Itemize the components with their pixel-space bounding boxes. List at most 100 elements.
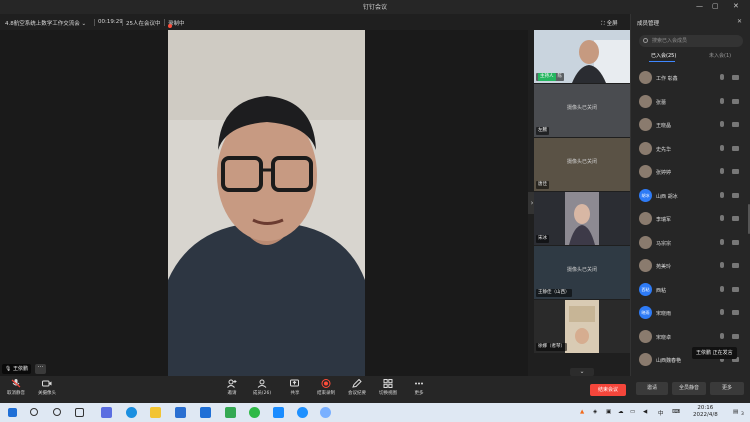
network-icon[interactable]: ▭ <box>630 409 635 415</box>
mic-icon[interactable] <box>720 332 724 339</box>
thumbnail-name: 宋冰 <box>536 235 549 243</box>
tray-icon[interactable]: ▣ <box>606 409 611 415</box>
app-icon[interactable] <box>297 407 308 418</box>
member-row[interactable]: 苑美玲 <box>631 255 750 277</box>
app-icon[interactable] <box>225 407 236 418</box>
thumbnail-tile[interactable]: 徐娜（者琴） <box>534 300 630 353</box>
member-row[interactable]: 史先华 <box>631 138 750 160</box>
switch-view-button[interactable]: 切换视图 <box>373 379 403 396</box>
camera-icon[interactable] <box>732 122 739 127</box>
task-view-icon[interactable] <box>75 408 84 417</box>
member-row[interactable]: 张婷婷 <box>631 161 750 183</box>
camera-icon[interactable] <box>732 286 739 292</box>
mic-icon[interactable] <box>720 74 724 80</box>
thumbnail-tile[interactable]: 摄像头已关闭 王静佳（山西） <box>534 246 630 299</box>
ime-indicator[interactable]: 中 <box>658 409 664 417</box>
close-icon[interactable]: ✕ <box>737 18 742 25</box>
mic-icon[interactable] <box>720 238 724 245</box>
participants-count[interactable]: 25人在会议中 <box>126 19 161 27</box>
store-icon[interactable] <box>175 407 186 418</box>
unmute-button[interactable]: 取消静音 <box>1 379 31 396</box>
member-row[interactable]: 胡冰 山西 胡冰 <box>631 185 750 207</box>
member-row[interactable]: 张蕾 <box>631 91 750 113</box>
dingtalk-icon[interactable] <box>273 407 284 418</box>
keyboard-icon[interactable]: ⌨ <box>672 409 680 415</box>
camera-icon[interactable] <box>732 263 739 268</box>
thumbnail-tile[interactable]: 摄像头已关闭 左騰 <box>534 84 630 137</box>
mic-icon[interactable] <box>720 215 724 221</box>
thumbnail-tile[interactable]: 主持人陈 <box>534 30 630 83</box>
camera-button[interactable]: 关摄像头 <box>32 379 62 396</box>
members-label: 成员(26) <box>252 391 272 396</box>
tray-icon[interactable]: ▲ <box>580 409 584 415</box>
thumbnail-tile[interactable]: 宋冰 <box>534 192 630 245</box>
mic-icon[interactable] <box>720 168 724 174</box>
members-button[interactable]: 成员(26) <box>247 379 277 396</box>
switch-view-label: 切换视图 <box>379 391 397 396</box>
mic-icon[interactable] <box>720 191 724 198</box>
tray-icon[interactable]: ☁ <box>618 409 624 415</box>
camera-icon[interactable] <box>732 192 739 198</box>
camera-icon[interactable] <box>732 333 739 339</box>
meeting-name[interactable]: 4.8航空系统上数学工作交流会 ⌄ <box>5 19 86 27</box>
cortana-icon[interactable] <box>53 408 61 416</box>
mic-icon[interactable] <box>720 97 724 104</box>
panel-more-button[interactable]: 更多 <box>710 382 744 395</box>
panel-title: 成员管理 <box>637 21 660 27</box>
meeting-app-icon[interactable] <box>320 407 331 418</box>
mic-icon[interactable] <box>720 309 724 315</box>
minimize-button[interactable]: — <box>696 2 703 11</box>
member-row[interactable]: 宋晓卓 <box>631 326 750 348</box>
member-search-input[interactable]: 搜索已入会成员 <box>639 35 743 47</box>
member-row[interactable]: 西粘 西粘 <box>631 279 750 301</box>
mic-icon[interactable] <box>720 144 724 151</box>
more-button[interactable]: 更多 <box>404 379 434 396</box>
mute-all-button[interactable]: 全员静音 <box>672 382 706 395</box>
tab-not-joined[interactable]: 未入会(1) <box>709 52 731 59</box>
camera-icon[interactable] <box>732 216 739 221</box>
member-row[interactable]: 马宗宗 <box>631 232 750 254</box>
member-row[interactable]: 王晓晶 <box>631 114 750 136</box>
tray-icon[interactable]: ◈ <box>593 409 597 415</box>
camera-icon[interactable] <box>732 169 739 174</box>
share-button[interactable]: 共享 <box>280 379 310 396</box>
thumbnail-tile[interactable]: 摄像头已关闭 唐佳 <box>534 138 630 191</box>
search-icon[interactable] <box>30 408 38 416</box>
speaker-video[interactable] <box>168 30 365 376</box>
windows-taskbar: ▲ ◈ ▣ ☁ ▭ ◀ 中 ⌨ 20:16 2022/4/8 ▤ 3 <box>0 403 750 422</box>
taskbar-clock[interactable]: 20:16 2022/4/8 <box>693 405 718 419</box>
end-meeting-button[interactable]: 结束会议 <box>590 384 626 396</box>
folder-icon[interactable] <box>150 407 161 418</box>
invite-button[interactable]: 邀请 <box>217 379 247 396</box>
member-row[interactable]: 李瑞军 <box>631 208 750 230</box>
mic-icon[interactable] <box>720 262 724 268</box>
panel-invite-button[interactable]: 邀请 <box>636 382 668 395</box>
member-row[interactable]: 工作 彰鑫 <box>631 67 750 89</box>
member-row[interactable]: 晓雨 宋晓雨 <box>631 302 750 324</box>
camera-icon[interactable] <box>732 75 739 80</box>
meeting-duration: 00:19:29 <box>98 19 123 25</box>
stop-recording-button[interactable]: 结束录制 <box>311 379 341 396</box>
wechat-icon[interactable] <box>249 407 260 418</box>
camera-icon[interactable] <box>732 310 739 315</box>
chevron-down-icon[interactable]: ⌄ <box>570 368 594 376</box>
close-button[interactable]: ✕ <box>733 2 739 11</box>
mic-icon[interactable] <box>720 121 724 127</box>
minutes-button[interactable]: 会议纪要 <box>342 379 372 396</box>
notification-icon[interactable]: ▤ <box>733 409 738 415</box>
tab-joined[interactable]: 已入会(25) <box>651 52 676 59</box>
camera-icon[interactable] <box>732 239 739 245</box>
maximize-button[interactable]: ▢ <box>712 2 719 11</box>
mail-icon[interactable] <box>200 407 211 418</box>
speaker-more-button[interactable]: ··· <box>35 364 46 374</box>
windows-start-icon[interactable] <box>8 408 17 417</box>
mic-icon[interactable] <box>720 285 724 292</box>
app-icon[interactable] <box>101 407 112 418</box>
add-user-icon <box>227 379 237 388</box>
camera-icon[interactable] <box>732 145 739 151</box>
thumbnail-name: 左騰 <box>536 127 549 135</box>
edge-icon[interactable] <box>126 407 137 418</box>
volume-icon[interactable]: ◀ <box>643 409 647 415</box>
fullscreen-button[interactable]: ⛶ 全屏 <box>601 19 618 28</box>
camera-icon[interactable] <box>732 98 739 104</box>
